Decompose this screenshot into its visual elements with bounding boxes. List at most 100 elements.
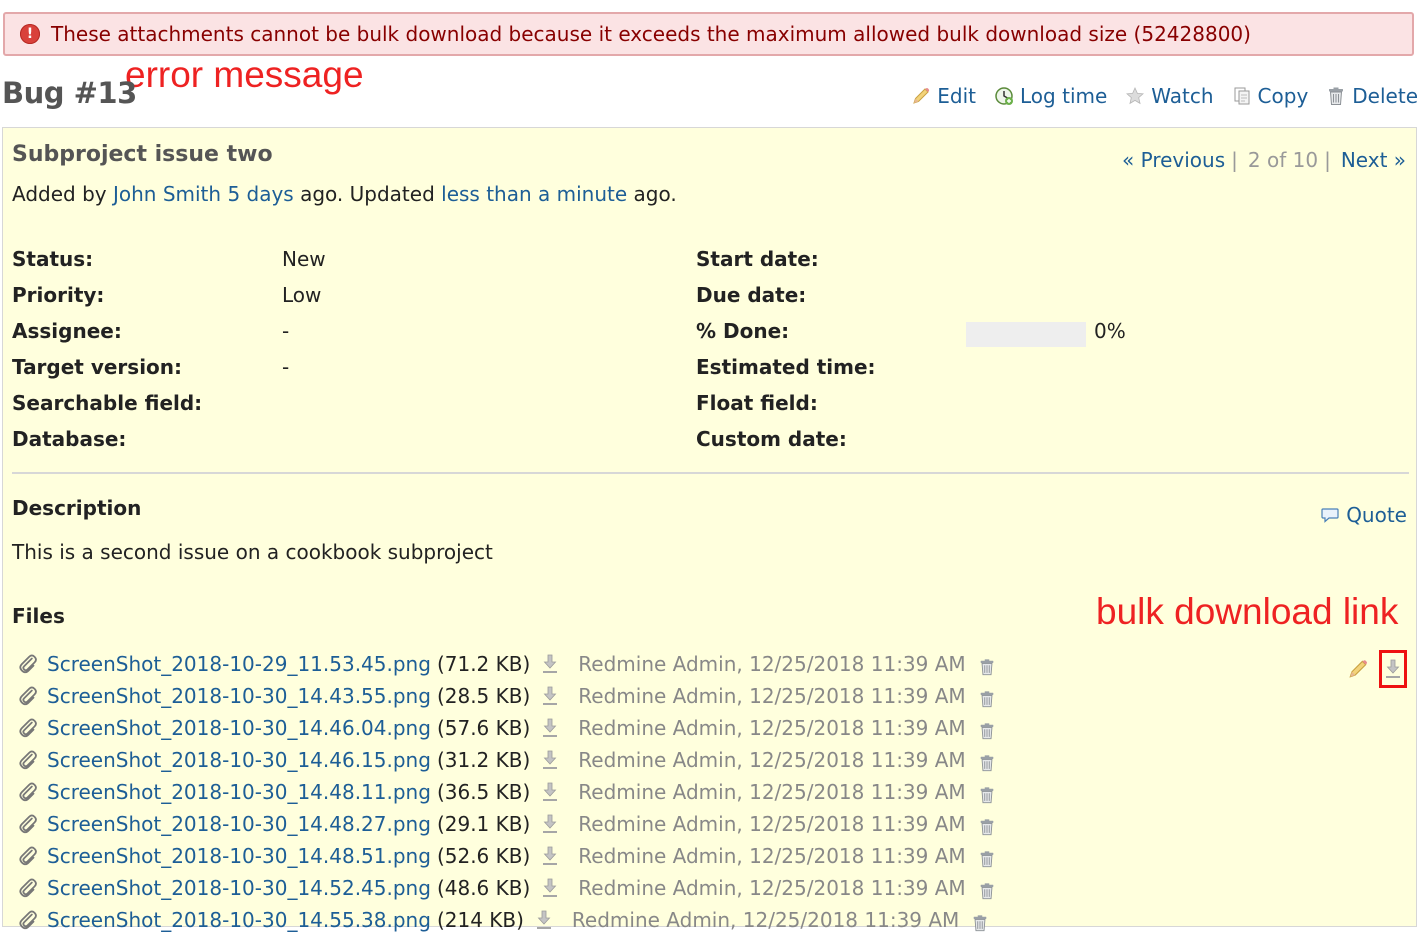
attachment-link[interactable]: ScreenShot_2018-10-30_14.52.45.png — [47, 876, 431, 900]
download-icon[interactable] — [540, 813, 560, 835]
trash-icon[interactable] — [971, 913, 989, 933]
float-field-label: Float field: — [696, 391, 818, 415]
delete-button[interactable]: Delete — [1326, 84, 1418, 108]
assignee-value: - — [282, 319, 290, 343]
trash-icon[interactable] — [978, 849, 996, 869]
trash-icon[interactable] — [978, 817, 996, 837]
attachment-link[interactable]: ScreenShot_2018-10-29_11.53.45.png — [47, 652, 431, 676]
attachment-size: (71.2 KB) — [436, 652, 531, 676]
download-icon[interactable] — [540, 653, 560, 675]
attachment-row: ScreenShot_2018-10-30_14.52.45.png (48.6 … — [17, 872, 1047, 904]
attachment-link[interactable]: ScreenShot_2018-10-30_14.55.38.png — [47, 908, 431, 932]
created-ago-link[interactable]: 5 days — [227, 182, 293, 206]
download-icon[interactable] — [534, 909, 554, 931]
attachment-link[interactable]: ScreenShot_2018-10-30_14.46.15.png — [47, 748, 431, 772]
attachment-author-date: Redmine Admin, 12/25/2018 11:39 AM — [578, 844, 966, 868]
previous-issue-link[interactable]: « Previous — [1122, 148, 1225, 172]
attachment-link[interactable]: ScreenShot_2018-10-30_14.48.11.png — [47, 780, 431, 804]
attribute-row: Status: New Start date: — [12, 244, 1412, 280]
attachment-row: ScreenShot_2018-10-30_14.48.11.png (36.5 … — [17, 776, 1047, 808]
attachment-size: (52.6 KB) — [436, 844, 531, 868]
start-date-label: Start date: — [696, 247, 819, 271]
attachment-row: ScreenShot_2018-10-30_14.46.15.png (31.2 … — [17, 744, 1047, 776]
attachment-row: ScreenShot_2018-10-30_14.55.38.png (214 K… — [17, 904, 1047, 936]
annotation-bulk-download: bulk download link — [1096, 591, 1399, 632]
attachment-link[interactable]: ScreenShot_2018-10-30_14.48.27.png — [47, 812, 431, 836]
watch-label: Watch — [1151, 84, 1214, 108]
due-date-label: Due date: — [696, 283, 807, 307]
trash-icon[interactable] — [978, 881, 996, 901]
pencil-icon — [911, 86, 931, 106]
attachment-size: (28.5 KB) — [436, 684, 531, 708]
trash-icon[interactable] — [978, 785, 996, 805]
edit-button[interactable]: Edit — [911, 84, 976, 108]
attachment-size: (214 KB) — [436, 908, 524, 932]
issue-pagination: « Previous | 2 of 10 | Next » — [1122, 148, 1406, 172]
attachment-size: (48.6 KB) — [436, 876, 531, 900]
trash-icon[interactable] — [978, 721, 996, 741]
download-icon[interactable] — [540, 749, 560, 771]
attachment-author-date: Redmine Admin, 12/25/2018 11:39 AM — [578, 684, 966, 708]
pagination-separator: | — [1231, 148, 1238, 172]
bulk-download-button[interactable] — [1379, 650, 1407, 688]
trash-icon[interactable] — [978, 689, 996, 709]
trash-icon[interactable] — [978, 753, 996, 773]
paperclip-icon — [17, 749, 39, 771]
database-label: Database: — [12, 427, 127, 451]
next-issue-link[interactable]: Next » — [1341, 148, 1406, 172]
quote-button[interactable]: Quote — [1320, 503, 1407, 527]
watch-button[interactable]: Watch — [1125, 84, 1214, 108]
paperclip-icon — [17, 877, 39, 899]
attachment-link[interactable]: ScreenShot_2018-10-30_14.43.55.png — [47, 684, 431, 708]
delete-label: Delete — [1352, 84, 1418, 108]
attribute-row: Assignee: - % Done: 0% — [12, 316, 1412, 352]
download-icon — [1383, 658, 1403, 680]
paperclip-icon — [17, 845, 39, 867]
attachment-row: ScreenShot_2018-10-30_14.43.55.png (28.5 … — [17, 680, 1047, 712]
log-time-label: Log time — [1020, 84, 1108, 108]
download-icon[interactable] — [540, 845, 560, 867]
paperclip-icon — [17, 781, 39, 803]
attribute-row: Target version: - Estimated time: — [12, 352, 1412, 388]
copy-button[interactable]: Copy — [1232, 84, 1308, 108]
added-by-prefix: Added by — [12, 182, 113, 206]
done-ratio-value: 0% — [1094, 319, 1126, 343]
attachment-link[interactable]: ScreenShot_2018-10-30_14.48.51.png — [47, 844, 431, 868]
done-ratio-label: % Done: — [696, 319, 790, 343]
priority-label: Priority: — [12, 283, 105, 307]
done-progress-bar — [966, 322, 1086, 347]
attachment-author-date: Redmine Admin, 12/25/2018 11:39 AM — [578, 780, 966, 804]
attachment-link[interactable]: ScreenShot_2018-10-30_14.46.04.png — [47, 716, 431, 740]
attachments-actions — [1347, 650, 1407, 688]
attribute-row: Searchable field: Float field: — [12, 388, 1412, 424]
target-version-label: Target version: — [12, 355, 183, 379]
download-icon[interactable] — [540, 717, 560, 739]
estimated-time-label: Estimated time: — [696, 355, 876, 379]
star-icon — [1125, 86, 1145, 106]
download-icon[interactable] — [540, 685, 560, 707]
issue-author-line: Added by John Smith 5 days ago. Updated … — [12, 182, 677, 206]
paperclip-icon — [17, 717, 39, 739]
edit-attachments-pencil-icon[interactable] — [1347, 658, 1369, 680]
issue-details-box: Subproject issue two « Previous | 2 of 10 |… — [2, 127, 1417, 932]
quote-label: Quote — [1346, 503, 1407, 527]
trash-icon[interactable] — [978, 657, 996, 677]
searchable-field-label: Searchable field: — [12, 391, 203, 415]
error-flash-text: These attachments cannot be bulk downloa… — [51, 22, 1251, 46]
paperclip-icon — [17, 813, 39, 835]
updated-suffix: ago. — [627, 182, 677, 206]
attachment-author-date: Redmine Admin, 12/25/2018 11:39 AM — [578, 812, 966, 836]
attachment-row: ScreenShot_2018-10-30_14.46.04.png (57.6 … — [17, 712, 1047, 744]
trash-icon — [1326, 86, 1346, 106]
log-time-button[interactable]: Log time — [994, 84, 1107, 108]
custom-date-label: Custom date: — [696, 427, 847, 451]
author-link[interactable]: John Smith — [113, 182, 221, 206]
copy-icon — [1232, 86, 1252, 106]
download-icon[interactable] — [540, 877, 560, 899]
download-icon[interactable] — [540, 781, 560, 803]
attachment-size: (57.6 KB) — [436, 716, 531, 740]
issue-subject: Subproject issue two — [12, 142, 273, 167]
attachment-row: ScreenShot_2018-10-30_14.48.27.png (29.1 … — [17, 808, 1047, 840]
annotation-error-message: error message — [125, 54, 364, 95]
updated-ago-link[interactable]: less than a minute — [441, 182, 627, 206]
